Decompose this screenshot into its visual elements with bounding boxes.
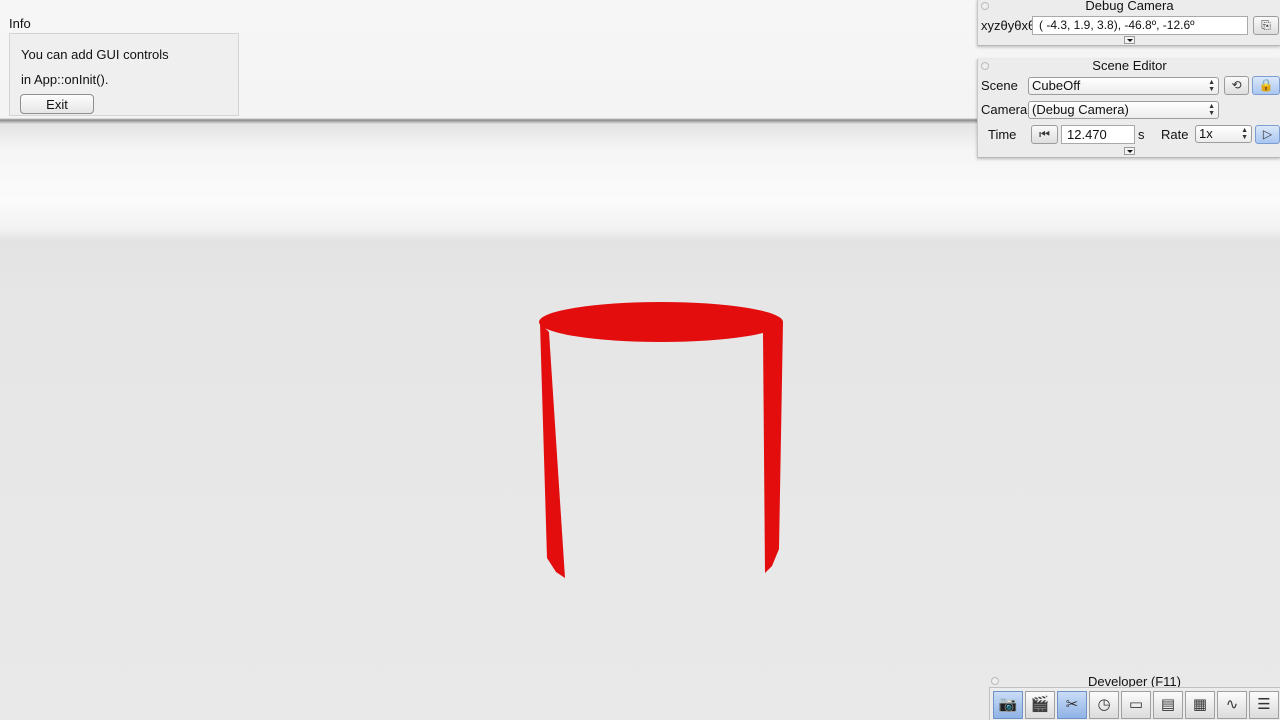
- tools-button[interactable]: ✂: [1057, 691, 1087, 719]
- red-object-left-leg: [540, 323, 565, 578]
- rewind-icon: ⏮: [1039, 127, 1050, 141]
- reload-icon: ⟲: [1231, 78, 1242, 92]
- debug-camera-window: Debug Camera xyzθyθxθz ( -4.3, 1.9, 3.8)…: [977, 0, 1280, 46]
- window-close-dot[interactable]: [981, 62, 989, 70]
- scene-dropdown-value: CubeOff: [1032, 78, 1081, 93]
- copy-camera-button[interactable]: ⎘: [1253, 16, 1279, 35]
- window-close-dot[interactable]: [991, 677, 999, 685]
- clipboard-icon: ⎘: [1261, 18, 1271, 32]
- dropdown-arrows-icon: ▲ ▼: [1208, 103, 1215, 117]
- time-label: Time: [988, 127, 1017, 142]
- reset-time-button[interactable]: ⏮: [1031, 125, 1058, 144]
- profiler-button[interactable]: ∿: [1217, 691, 1247, 719]
- console-button[interactable]: ▤: [1153, 691, 1183, 719]
- camera-dropdown[interactable]: (Debug Camera) ▲ ▼: [1028, 101, 1219, 119]
- info-text-line-1: You can add GUI controls: [21, 47, 169, 62]
- camera-icon: 📷: [998, 696, 1018, 713]
- info-text-line-2: in App::onInit().: [21, 72, 109, 87]
- clock-icon: ◷: [1097, 696, 1111, 713]
- camera-button[interactable]: 📷: [993, 691, 1023, 719]
- scene-tree-button[interactable]: ▦: [1185, 691, 1215, 719]
- expand-debug-camera-arrow[interactable]: [1124, 36, 1135, 44]
- camera-label: Camera: [981, 102, 1028, 117]
- window-close-dot[interactable]: [981, 2, 989, 10]
- rate-dropdown[interactable]: 1x ▲ ▼: [1195, 125, 1252, 143]
- info-window: You can add GUI controls in App::onInit(…: [9, 33, 239, 116]
- exit-button[interactable]: Exit: [20, 94, 94, 114]
- rate-dropdown-value: 1x: [1199, 126, 1213, 141]
- clock-button[interactable]: ◷: [1089, 691, 1119, 719]
- reload-scene-button[interactable]: ⟲: [1224, 76, 1249, 95]
- expand-scene-editor-arrow[interactable]: [1124, 147, 1135, 155]
- clapperboard-button[interactable]: 🎬: [1025, 691, 1055, 719]
- play-button[interactable]: ▷: [1255, 125, 1280, 144]
- red-object-right-leg: [763, 322, 783, 573]
- note-button[interactable]: ▭: [1121, 691, 1151, 719]
- log-button[interactable]: ☰: [1249, 691, 1279, 719]
- rate-label: Rate: [1161, 127, 1189, 142]
- lock-scene-button[interactable]: 🔒: [1252, 76, 1280, 95]
- scene-editor-title: Scene Editor: [1092, 58, 1167, 73]
- dropdown-arrows-icon: ▲ ▼: [1208, 79, 1215, 93]
- log-icon: ☰: [1257, 696, 1271, 713]
- clapperboard-icon: 🎬: [1030, 696, 1050, 713]
- camera-position-field[interactable]: ( -4.3, 1.9, 3.8), -46.8º, -12.6º: [1032, 16, 1248, 35]
- developer-toolbar: 📷 🎬 ✂ ◷ ▭ ▤ ▦ ∿ ☰: [989, 687, 1280, 720]
- dropdown-arrows-icon: ▲ ▼: [1241, 127, 1248, 141]
- play-icon: ▷: [1262, 127, 1273, 141]
- profiler-icon: ∿: [1225, 696, 1239, 713]
- scene-editor-window: Scene Editor Scene CubeOff ▲ ▼ ⟲ 🔒 Camera…: [977, 59, 1280, 158]
- scene-dropdown[interactable]: CubeOff ▲ ▼: [1028, 77, 1219, 95]
- camera-dropdown-value: (Debug Camera): [1032, 102, 1129, 117]
- debug-camera-title: Debug Camera: [1085, 0, 1174, 13]
- console-icon: ▤: [1160, 696, 1176, 713]
- scene-label: Scene: [981, 78, 1018, 93]
- time-unit: s: [1138, 127, 1145, 142]
- time-field[interactable]: 12.470: [1061, 125, 1135, 144]
- info-window-title: Info: [9, 16, 31, 31]
- lock-icon: 🔒: [1258, 78, 1274, 92]
- note-icon: ▭: [1128, 696, 1144, 713]
- scene-tree-icon: ▦: [1192, 696, 1208, 713]
- red-object-top: [539, 302, 783, 342]
- tools-icon: ✂: [1065, 696, 1079, 713]
